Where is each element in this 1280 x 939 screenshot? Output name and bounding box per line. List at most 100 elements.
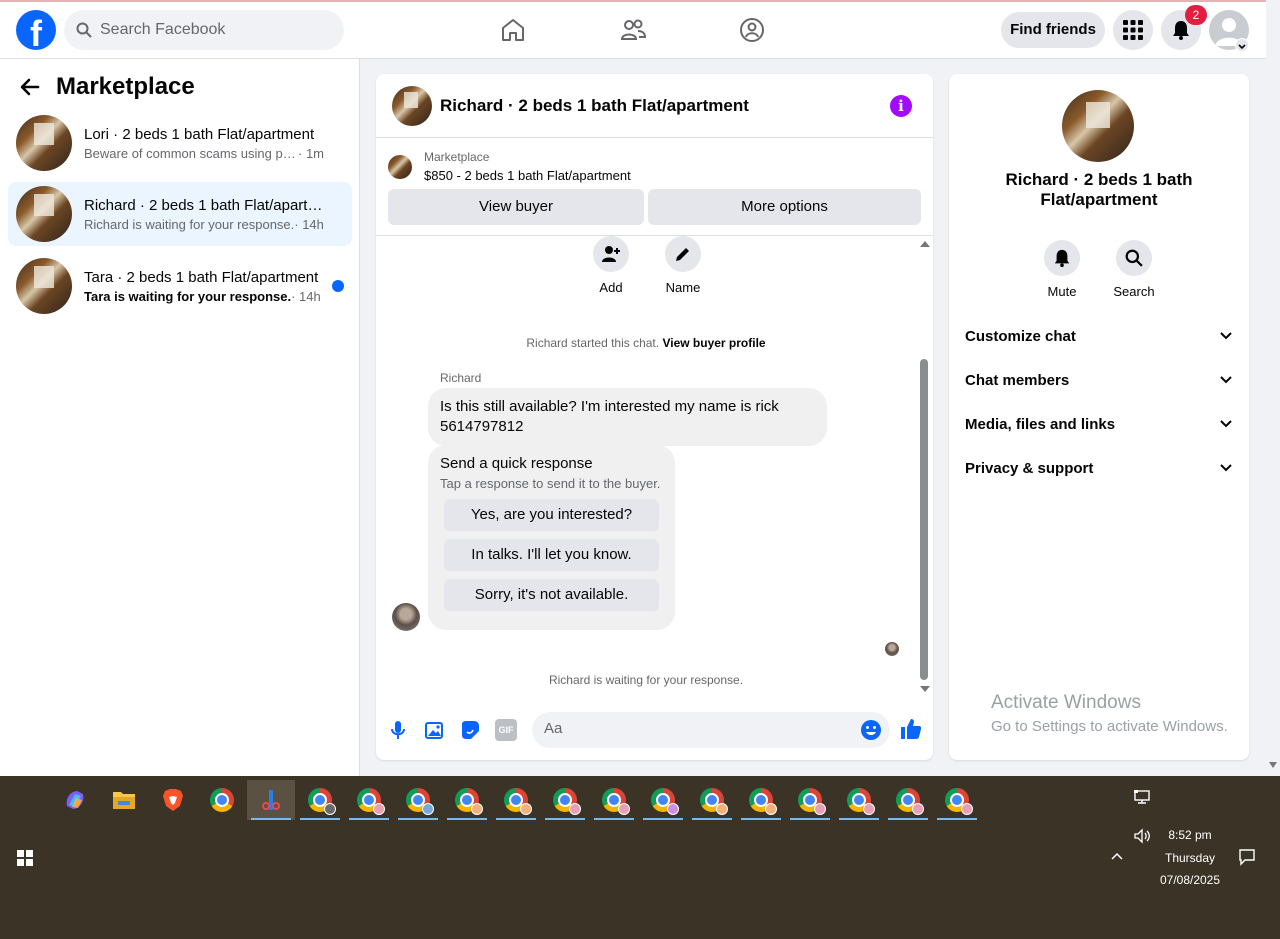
page-scroll-down-arrow[interactable] xyxy=(1269,762,1277,768)
back-arrow-icon[interactable] xyxy=(20,77,40,97)
media-files-links-row[interactable]: Media, files and links xyxy=(965,404,1233,444)
listing-summary[interactable]: Marketplace $850 - 2 beds 1 bath Flat/ap… xyxy=(388,150,631,183)
quick-response-yes[interactable]: Yes, are you interested? xyxy=(444,499,659,531)
chevron-up-icon[interactable] xyxy=(1110,851,1124,861)
emoji-icon[interactable] xyxy=(860,719,882,741)
more-options-button[interactable]: More options xyxy=(648,189,921,225)
chrome-icon xyxy=(210,788,234,812)
chevron-down-icon xyxy=(1220,332,1232,340)
chrome-profile-13[interactable] xyxy=(884,780,932,820)
thumbs-up-icon[interactable] xyxy=(899,717,923,741)
info-icon[interactable]: i xyxy=(890,95,912,117)
photo-icon[interactable] xyxy=(423,719,445,741)
conversation-item-richard[interactable]: Richard · 2 beds 1 bath Flat/apartment R… xyxy=(8,182,352,246)
search-input[interactable] xyxy=(100,21,320,39)
watermark-line2: Go to Settings to activate Windows. xyxy=(991,718,1228,735)
sender-avatar[interactable] xyxy=(392,603,420,631)
windows-start-icon[interactable] xyxy=(17,850,33,866)
conversation-item-tara[interactable]: Tara · 2 beds 1 bath Flat/apartment Tara… xyxy=(8,254,352,318)
groups-icon[interactable] xyxy=(738,16,766,44)
customize-chat-row[interactable]: Customize chat xyxy=(965,316,1233,356)
listing-thumbnail xyxy=(16,258,72,314)
chat-listing-thumbnail[interactable] xyxy=(392,85,432,126)
chrome-profile-9[interactable] xyxy=(688,780,736,820)
message-composer: GIF xyxy=(376,710,933,750)
chevron-down-icon xyxy=(1220,376,1232,384)
scroll-down-arrow[interactable] xyxy=(920,686,930,692)
chrome-icon xyxy=(700,788,728,815)
name-button[interactable]: Name xyxy=(653,236,713,295)
chrome-profile-4[interactable] xyxy=(443,780,491,820)
chrome-profile-1[interactable] xyxy=(296,780,344,820)
chrome-profile-11[interactable] xyxy=(786,780,834,820)
clock-day[interactable]: Thursday xyxy=(1150,851,1230,865)
chat-scrollbar-thumb[interactable] xyxy=(920,359,928,680)
chrome-icon xyxy=(553,788,581,815)
add-label: Add xyxy=(599,280,623,295)
sticker-icon[interactable] xyxy=(459,719,481,741)
section-label: Privacy & support xyxy=(965,459,1094,477)
conversation-title: Lori · 2 beds 1 bath Flat/apartment xyxy=(84,125,315,143)
chrome-icon xyxy=(651,788,679,815)
chrome-profile-7[interactable] xyxy=(590,780,638,820)
friends-icon[interactable] xyxy=(619,16,647,44)
watermark-line1: Activate Windows xyxy=(991,692,1141,713)
privacy-support-row[interactable]: Privacy & support xyxy=(965,448,1233,488)
chat-title[interactable]: Richard · 2 beds 1 bath Flat/apartment xyxy=(440,96,749,116)
details-listing-thumbnail[interactable] xyxy=(1062,90,1134,162)
brave-lion-icon xyxy=(163,789,183,811)
message-input[interactable] xyxy=(544,720,844,737)
chrome-app[interactable] xyxy=(198,780,246,820)
mute-button[interactable]: Mute xyxy=(1032,240,1092,299)
details-title: Richard · 2 beds 1 bath Flat/apartment xyxy=(1005,170,1193,209)
brave-app[interactable] xyxy=(149,780,197,820)
network-icon[interactable] xyxy=(1133,789,1151,805)
seen-indicator-avatar xyxy=(885,642,899,656)
search-box[interactable] xyxy=(64,10,344,50)
message-text-line1: Is this still available? I'm interested … xyxy=(440,398,779,415)
chat-details-panel: Richard · 2 beds 1 bath Flat/apartment M… xyxy=(949,74,1249,760)
clock-time[interactable]: 8:52 pm xyxy=(1150,828,1230,842)
facebook-logo[interactable]: f xyxy=(16,10,56,50)
chrome-profile-14[interactable] xyxy=(933,780,981,820)
chat-members-row[interactable]: Chat members xyxy=(965,360,1233,400)
quick-response-not-available[interactable]: Sorry, it's not available. xyxy=(444,579,659,611)
notification-center-icon[interactable] xyxy=(1238,848,1256,866)
active-app[interactable] xyxy=(247,780,295,820)
quick-response-subtitle: Tap a response to send it to the buyer. xyxy=(440,476,661,491)
scroll-up-arrow[interactable] xyxy=(920,241,930,247)
quick-response-in-talks[interactable]: In talks. I'll let you know. xyxy=(444,539,659,571)
add-button[interactable]: Add xyxy=(581,236,641,295)
gif-icon[interactable]: GIF xyxy=(495,719,517,741)
conversation-item-lori[interactable]: Lori · 2 beds 1 bath Flat/apartment Bewa… xyxy=(8,111,352,175)
page-scrollbar[interactable] xyxy=(1266,0,1280,776)
file-explorer-app[interactable] xyxy=(100,780,148,820)
clock-date[interactable]: 07/08/2025 xyxy=(1150,873,1230,887)
chrome-profile-10[interactable] xyxy=(737,780,785,820)
chrome-profile-6[interactable] xyxy=(541,780,589,820)
conversation-snippet: Richard is waiting for your response. xyxy=(84,216,295,232)
sender-name: Richard xyxy=(440,371,482,385)
chrome-profile-12[interactable] xyxy=(835,780,883,820)
chrome-icon xyxy=(357,788,385,815)
chrome-profile-2[interactable] xyxy=(345,780,393,820)
chrome-profile-8[interactable] xyxy=(639,780,687,820)
listing-mini-thumbnail xyxy=(388,154,412,179)
bell-icon xyxy=(1054,249,1070,267)
chrome-profile-3[interactable] xyxy=(394,780,442,820)
chrome-icon xyxy=(945,788,973,815)
search-chat-button[interactable]: Search xyxy=(1104,240,1164,299)
microphone-icon[interactable] xyxy=(387,719,409,741)
menu-button[interactable] xyxy=(1113,10,1153,50)
chrome-profile-5[interactable] xyxy=(492,780,540,820)
message-input-container[interactable] xyxy=(532,712,890,748)
marketplace-inbox-panel: Marketplace Lori · 2 beds 1 bath Flat/ap… xyxy=(0,59,360,776)
chat-header: Richard · 2 beds 1 bath Flat/apartment xyxy=(376,74,933,138)
volume-icon[interactable] xyxy=(1133,828,1151,844)
find-friends-button[interactable]: Find friends xyxy=(1001,12,1105,48)
copilot-app[interactable] xyxy=(51,780,99,820)
view-buyer-profile-link[interactable]: View buyer profile xyxy=(662,336,765,350)
view-buyer-button[interactable]: View buyer xyxy=(388,189,644,225)
home-icon[interactable] xyxy=(499,16,527,44)
account-chevron[interactable] xyxy=(1235,38,1249,52)
